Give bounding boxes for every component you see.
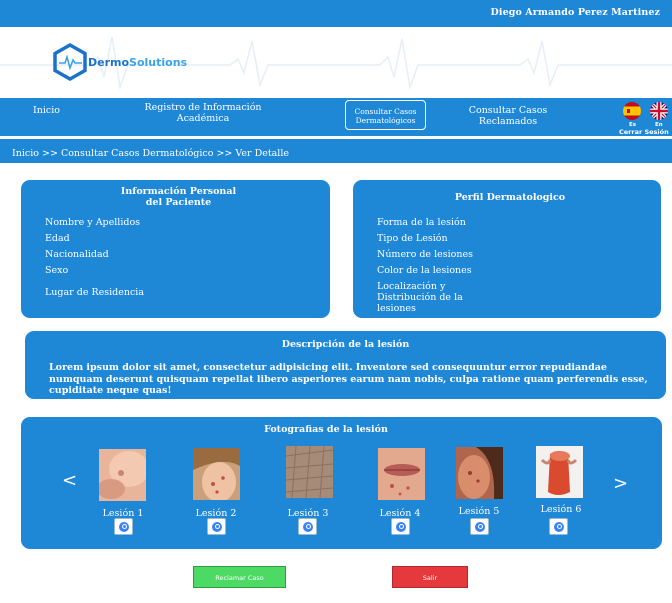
field-residence: Lugar de Residencia bbox=[45, 287, 144, 298]
top-bar: Diego Armando Perez Martinez bbox=[0, 0, 672, 27]
brand-banner: DermoSolutions bbox=[0, 27, 672, 98]
exit-button[interactable]: Salir bbox=[392, 566, 468, 588]
breadcrumb[interactable]: Inicio >> Consultar Casos Dermatológico … bbox=[0, 139, 672, 163]
zoom-icon[interactable] bbox=[298, 518, 317, 535]
nav-consult-cases[interactable]: Consultar Casos Dermatológicos bbox=[345, 100, 426, 130]
logo-text-dermo: Dermo bbox=[88, 56, 130, 69]
field-location-line2: Distribución de la bbox=[377, 292, 463, 303]
lesion-photos-card: Fotografias de la lesión < > Lesión 1 Le… bbox=[21, 417, 662, 549]
nav-register-line2: Académica bbox=[176, 113, 230, 124]
carousel-prev-button[interactable]: < bbox=[62, 470, 77, 491]
spanish-flag-icon[interactable] bbox=[623, 102, 641, 120]
lesion-description-card: Descripción de la lesión Lorem ipsum dol… bbox=[25, 331, 666, 399]
lesion-photo-3[interactable] bbox=[286, 446, 333, 498]
patient-info-title-line2: del Paciente bbox=[145, 197, 212, 208]
photos-title: Fotografias de la lesión bbox=[264, 424, 388, 435]
zoom-icon[interactable] bbox=[391, 518, 410, 535]
main-navbar: Inicio Registro de Información Académica… bbox=[0, 98, 672, 136]
zoom-icon[interactable] bbox=[114, 518, 133, 535]
dermosolutions-logo[interactable]: DermoSolutions bbox=[52, 43, 192, 83]
field-nationality: Nacionalidad bbox=[45, 249, 109, 260]
lesion-photo-6[interactable] bbox=[536, 446, 583, 498]
zoom-icon[interactable] bbox=[470, 518, 489, 535]
field-lesion-count: Número de lesiones bbox=[377, 249, 473, 260]
description-title: Descripción de la lesión bbox=[281, 339, 410, 350]
patient-info-card: Información Personal del Paciente Nombre… bbox=[21, 180, 330, 318]
profile-title: Perfil Dermatologico bbox=[454, 192, 566, 203]
nav-consult-line1: Consultar Casos bbox=[354, 107, 417, 116]
carousel-next-button[interactable]: > bbox=[613, 473, 628, 494]
zoom-icon[interactable] bbox=[549, 518, 568, 535]
uk-flag-icon[interactable] bbox=[650, 102, 668, 120]
field-lesion-type: Tipo de Lesión bbox=[377, 233, 448, 244]
field-lesion-location: Localización y Distribución de la lesion… bbox=[377, 281, 463, 314]
patient-info-title-line1: Información Personal bbox=[120, 186, 237, 197]
field-lesion-color: Color de la lesiones bbox=[377, 265, 472, 276]
logo-text: DermoSolutions bbox=[88, 56, 187, 69]
nav-register-academic[interactable]: Registro de Información Académica bbox=[138, 102, 268, 124]
field-age: Edad bbox=[45, 233, 70, 244]
description-text: Lorem ipsum dolor sit amet, consectetur … bbox=[49, 362, 648, 396]
field-lesion-shape: Forma de la lesión bbox=[377, 217, 466, 228]
zoom-icon[interactable] bbox=[207, 518, 226, 535]
lesion-photo-1[interactable] bbox=[99, 449, 146, 501]
logo-hexagon-icon bbox=[53, 43, 87, 81]
lesion-photo-4[interactable] bbox=[378, 448, 425, 500]
dermatological-profile-card: Perfil Dermatologico Forma de la lesión … bbox=[353, 180, 661, 318]
logo-text-solutions: Solutions bbox=[129, 56, 188, 69]
user-name: Diego Armando Perez Martinez bbox=[490, 7, 660, 18]
nav-home[interactable]: Inicio bbox=[33, 105, 60, 116]
lesion-photo-2[interactable] bbox=[193, 448, 240, 500]
nav-consult-line2: Dermatológicos bbox=[355, 116, 416, 125]
lesion-label-5: Lesión 5 bbox=[458, 506, 500, 517]
field-location-line3: lesiones bbox=[377, 303, 416, 314]
nav-register-line1: Registro de Información bbox=[144, 102, 262, 113]
field-full-name: Nombre y Apellidos bbox=[45, 217, 141, 228]
field-location-line1: Localización y bbox=[377, 281, 446, 292]
nav-claimed-line1: Consultar Casos bbox=[468, 105, 548, 116]
lesion-label-6: Lesión 6 bbox=[540, 504, 582, 515]
lesion-photo-5[interactable] bbox=[456, 447, 503, 499]
nav-claimed-cases[interactable]: Consultar Casos Reclamados bbox=[458, 105, 558, 127]
patient-info-title: Información Personal del Paciente bbox=[21, 186, 336, 208]
field-sex: Sexo bbox=[45, 265, 69, 276]
claim-case-button[interactable]: Reclamar Caso bbox=[193, 566, 286, 588]
logout-link[interactable]: Cerrar Sesión bbox=[619, 128, 669, 136]
nav-claimed-line2: Reclamados bbox=[478, 116, 538, 127]
